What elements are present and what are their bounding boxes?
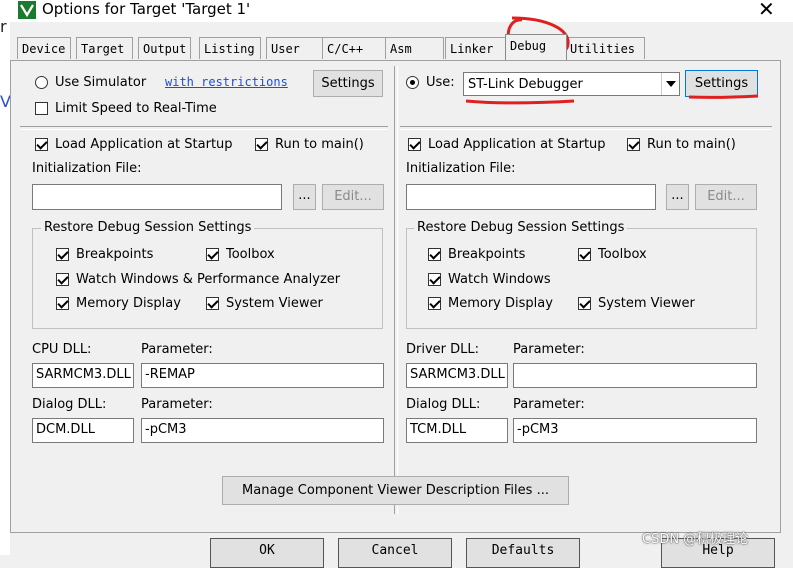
debugger-underline-annotation (465, 99, 575, 105)
red-annotations (465, 16, 759, 105)
settings-underline-annotation (688, 94, 759, 99)
tab-debug[interactable]: Debug (505, 34, 567, 60)
csdn-watermark: CSDN @积极理论 (642, 532, 749, 547)
